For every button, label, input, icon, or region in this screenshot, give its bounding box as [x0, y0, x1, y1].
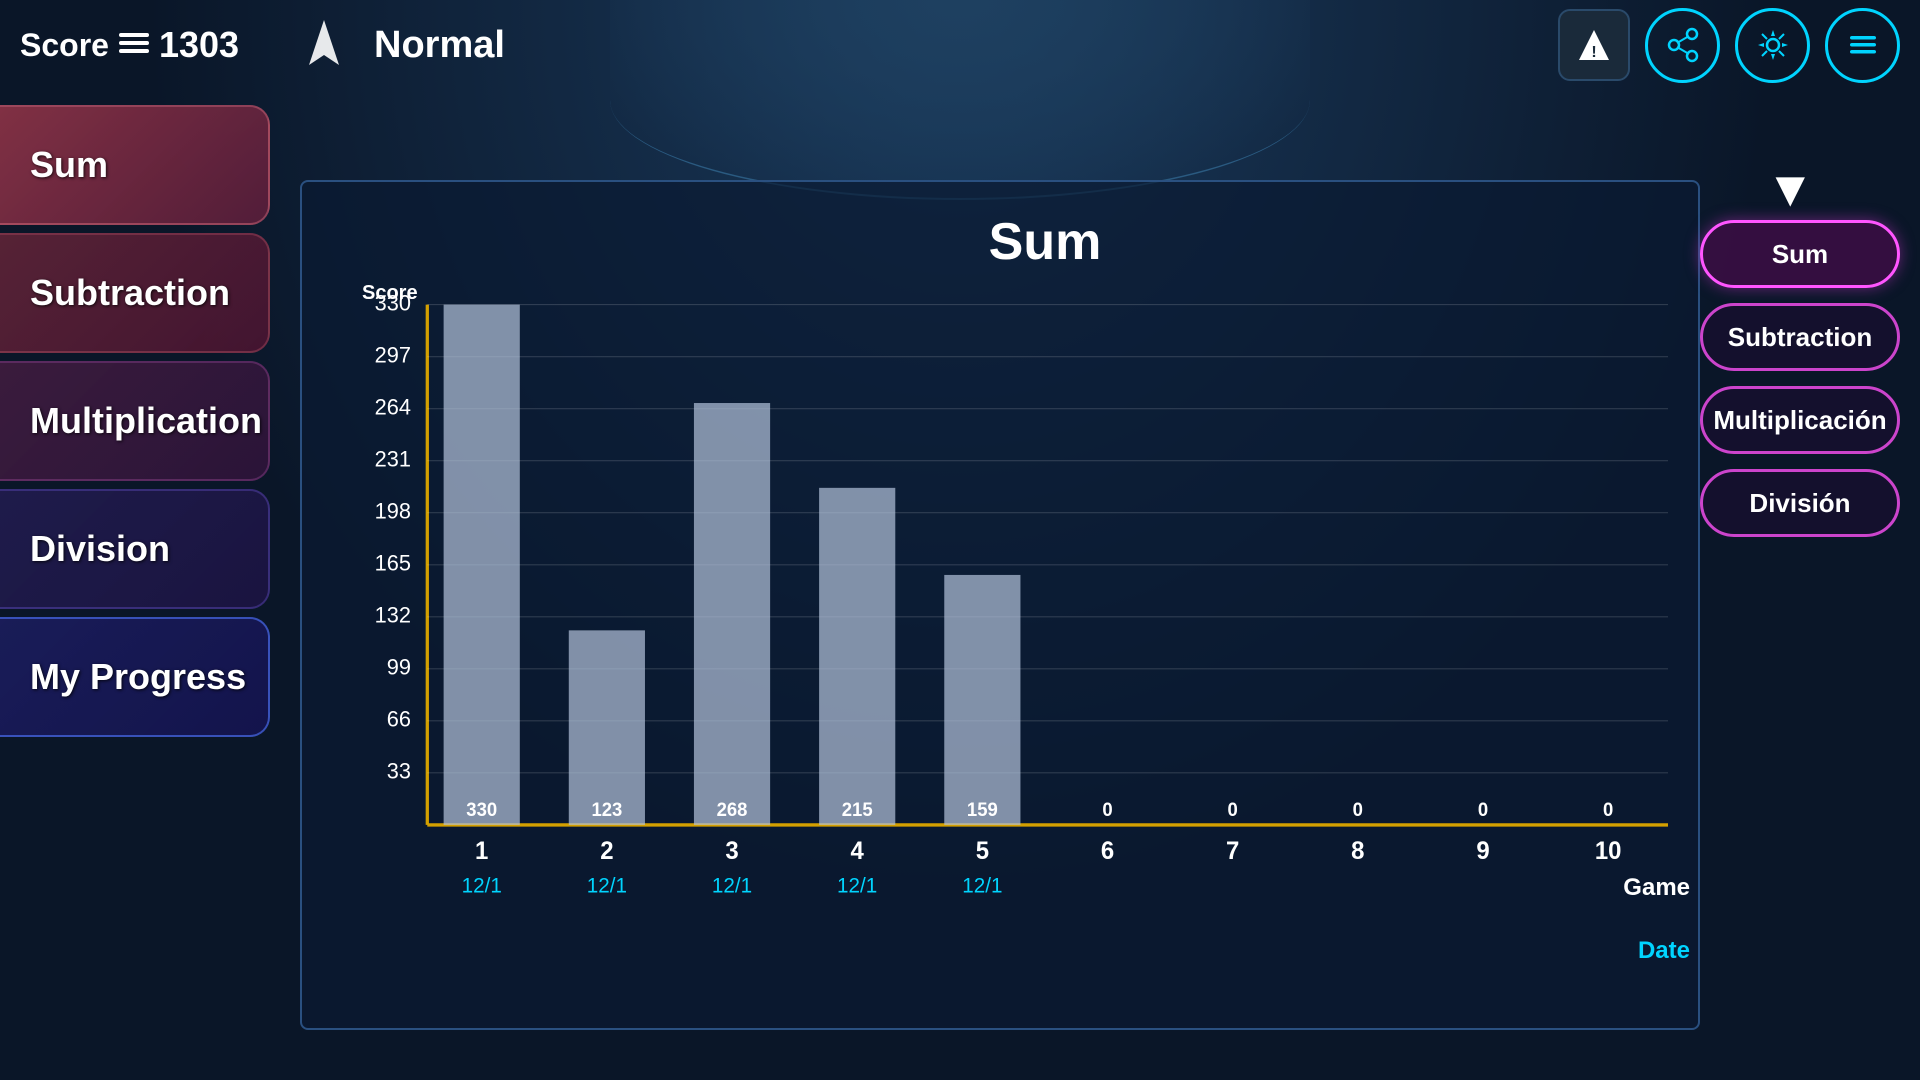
score-section: Score 1303 [20, 24, 239, 66]
sidebar-item-subtraction[interactable]: Subtraction [0, 233, 270, 353]
right-btn-subtraction[interactable]: Subtraction [1700, 303, 1900, 371]
svg-text:9: 9 [1476, 837, 1489, 865]
sidebar-item-division[interactable]: Division [0, 489, 270, 609]
svg-text:1: 1 [475, 837, 488, 865]
svg-text:99: 99 [387, 654, 411, 679]
bar-1 [444, 305, 520, 825]
svg-text:12/1: 12/1 [587, 874, 627, 897]
alert-button[interactable]: ! [1558, 9, 1630, 81]
sidebar-sum-label: Sum [30, 144, 108, 186]
svg-text:0: 0 [1102, 799, 1112, 820]
svg-text:198: 198 [375, 498, 411, 523]
svg-text:123: 123 [591, 799, 622, 820]
svg-text:231: 231 [375, 446, 411, 471]
right-btn-division[interactable]: División [1700, 469, 1900, 537]
svg-text:7: 7 [1226, 837, 1239, 865]
date-axis-label: Date [1638, 937, 1690, 965]
score-icon [119, 33, 149, 58]
chart-title: Sum [422, 212, 1668, 272]
sidebar-subtraction-label: Subtraction [30, 272, 230, 314]
game-axis-label: Game [1623, 874, 1690, 902]
svg-text:264: 264 [375, 394, 411, 419]
sidebar: Sum Subtraction Multiplication Division … [0, 90, 280, 1080]
svg-text:268: 268 [717, 799, 748, 820]
chart-panel: Sum Score 330 297 264 231 198 [300, 180, 1700, 1030]
svg-text:33: 33 [387, 758, 411, 783]
svg-text:2: 2 [600, 837, 613, 865]
svg-text:330: 330 [466, 799, 497, 820]
svg-text:165: 165 [375, 550, 411, 575]
chart-container: Score 330 297 264 231 198 165 [362, 282, 1668, 938]
bar-3 [694, 403, 770, 825]
svg-text:0: 0 [1603, 799, 1613, 820]
arrow-down-icon: ▼ [1766, 160, 1816, 218]
y-axis-label: Score [362, 282, 418, 305]
bar-4 [819, 488, 895, 825]
svg-text:132: 132 [375, 602, 411, 627]
sidebar-progress-label: My Progress [30, 656, 246, 698]
svg-text:8: 8 [1351, 837, 1364, 865]
sidebar-multiplication-label: Multiplication [30, 400, 262, 442]
svg-text:12/1: 12/1 [837, 874, 877, 897]
svg-text:10: 10 [1595, 837, 1622, 865]
svg-text:6: 6 [1101, 837, 1114, 865]
right-panel: Sum Subtraction Multiplicación División [1700, 220, 1910, 537]
svg-text:12/1: 12/1 [962, 874, 1002, 897]
svg-text:215: 215 [842, 799, 873, 820]
score-value: 1303 [159, 24, 239, 66]
svg-text:0: 0 [1228, 799, 1238, 820]
score-label: Score [20, 27, 109, 64]
svg-text:66: 66 [387, 706, 411, 731]
right-btn-sum[interactable]: Sum [1700, 220, 1900, 288]
svg-text:3: 3 [725, 837, 738, 865]
settings-button[interactable] [1735, 8, 1810, 83]
sidebar-item-progress[interactable]: My Progress [0, 617, 270, 737]
sidebar-division-label: Division [30, 528, 170, 570]
svg-text:4: 4 [851, 837, 865, 865]
header: Score 1303 Normal ! [0, 0, 1920, 90]
svg-text:5: 5 [976, 837, 989, 865]
svg-text:12/1: 12/1 [712, 874, 752, 897]
svg-text:159: 159 [967, 799, 998, 820]
mode-label: Normal [374, 24, 505, 67]
bar-5 [944, 575, 1020, 825]
menu-button[interactable] [1825, 8, 1900, 83]
svg-text:0: 0 [1353, 799, 1363, 820]
sidebar-item-sum[interactable]: Sum [0, 105, 270, 225]
svg-text:297: 297 [375, 342, 411, 367]
chart-svg: 330 297 264 231 198 165 132 99 66 [362, 282, 1668, 938]
sidebar-item-multiplication[interactable]: Multiplication [0, 361, 270, 481]
share-button[interactable] [1645, 8, 1720, 83]
svg-text:0: 0 [1478, 799, 1488, 820]
svg-text:!: ! [1591, 44, 1596, 61]
header-right: ! [1558, 8, 1900, 83]
svg-text:12/1: 12/1 [462, 874, 502, 897]
spaceship-icon [289, 10, 359, 80]
right-btn-multiplicacion[interactable]: Multiplicación [1700, 386, 1900, 454]
bar-2 [569, 630, 645, 825]
